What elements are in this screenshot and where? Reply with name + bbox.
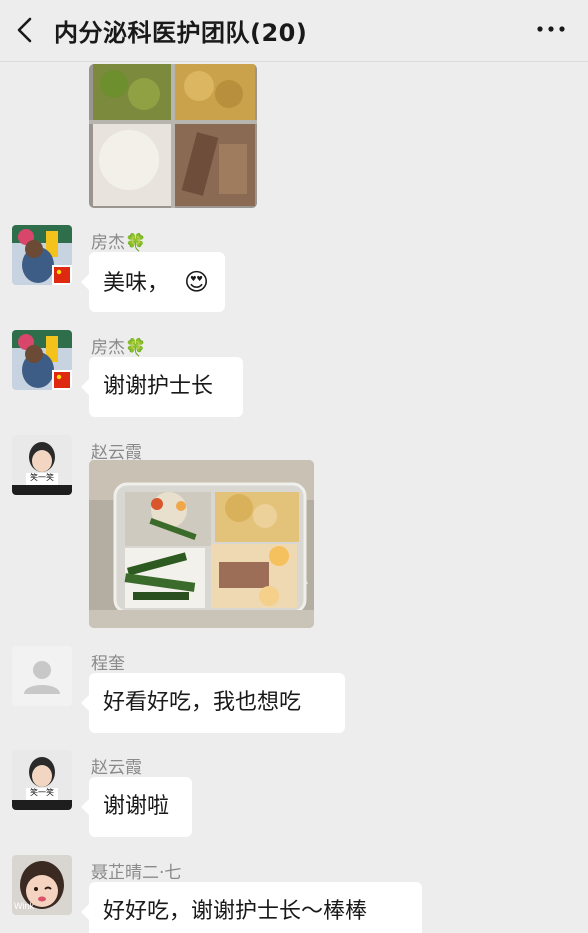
message-text: 谢谢护士长	[103, 374, 214, 399]
avatar[interactable]	[12, 646, 72, 706]
message-bubble[interactable]: 好看好吃，我也想吃	[81, 673, 345, 733]
avatar-caption: 笑一笑	[30, 788, 54, 797]
chat-header: 内分泌科医护团队(20)	[0, 0, 588, 62]
message-bubble[interactable]: 好好吃，谢谢护士长～棒棒	[81, 882, 422, 933]
avatar[interactable]	[12, 330, 72, 390]
message-text: 谢谢啦	[103, 794, 170, 819]
sender-name: 聂芷晴二·七	[91, 863, 182, 883]
sender-name: 房杰🍀	[91, 233, 147, 253]
avatar[interactable]	[12, 225, 72, 285]
message-text: 好看好吃，我也想吃	[103, 690, 302, 715]
message-text: 美味，	[103, 271, 170, 296]
message-list[interactable]: 房杰🍀 美味， 😍 房杰🍀 谢谢护士长 笑一笑 赵云霞 程奎 好看好吃，我也想吃…	[0, 62, 588, 933]
message-image-food-tray[interactable]	[89, 460, 314, 628]
message-bubble[interactable]: 谢谢护士长	[81, 357, 243, 417]
avatar-caption: Wink	[14, 901, 34, 911]
sender-name: 房杰🍀	[91, 338, 147, 358]
more-dots-icon[interactable]	[536, 22, 566, 36]
chevron-left-icon[interactable]	[14, 16, 36, 44]
sender-name: 程奎	[91, 654, 125, 674]
avatar[interactable]: 笑一笑	[12, 435, 72, 495]
message-text: 好好吃，谢谢护士长～棒棒	[103, 899, 368, 924]
message-bubble[interactable]: 谢谢啦	[81, 777, 192, 837]
sender-name: 赵云霞	[91, 758, 142, 778]
heart-eyes-emoji-icon: 😍	[184, 268, 210, 296]
chat-title: 内分泌科医护团队(20)	[54, 19, 308, 47]
avatar-caption: 笑一笑	[30, 473, 54, 482]
avatar[interactable]: Wink	[12, 855, 72, 915]
message-bubble[interactable]: 美味， 😍	[81, 252, 225, 312]
message-image-food-tray[interactable]	[89, 64, 257, 208]
avatar[interactable]: 笑一笑	[12, 750, 72, 810]
